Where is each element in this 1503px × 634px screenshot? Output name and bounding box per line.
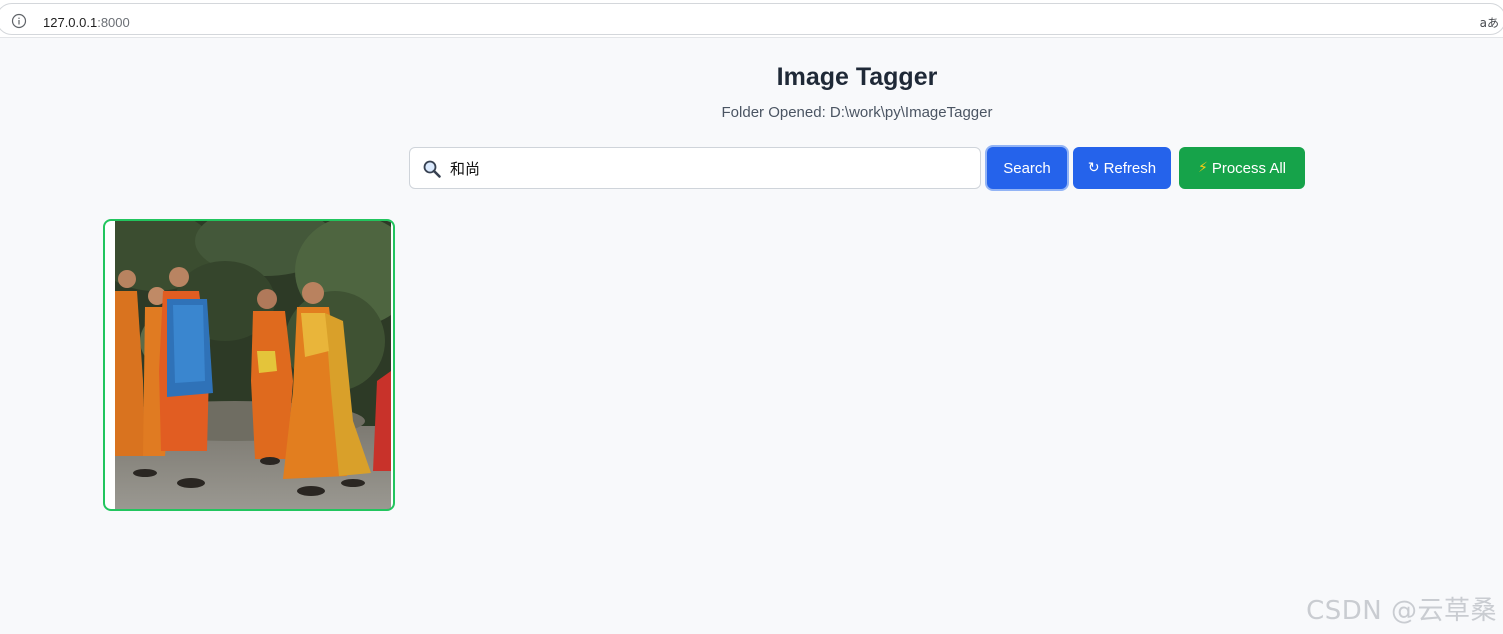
page-title: Image Tagger — [776, 63, 938, 91]
refresh-button-label: Refresh — [1103, 159, 1157, 177]
refresh-button[interactable]: ↻ Refresh — [1073, 147, 1171, 189]
process-all-button[interactable]: ⚡ Process All — [1179, 147, 1305, 189]
url-text[interactable]: 127.0.0.1:8000 — [43, 15, 130, 30]
reader-mode-icon[interactable]: aあ — [1480, 14, 1499, 31]
refresh-icon: ↻ — [1087, 160, 1100, 176]
browser-toolbar: 127.0.0.1:8000 aあ — [0, 0, 1503, 38]
search-input[interactable] — [450, 149, 970, 187]
search-box[interactable] — [409, 147, 981, 189]
magnifier-icon — [423, 160, 441, 178]
url-port: :8000 — [97, 15, 130, 30]
lightning-icon: ⚡ — [1197, 160, 1208, 176]
folder-path: Folder Opened: D:\work\py\ImageTagger — [721, 104, 993, 121]
address-bar[interactable]: 127.0.0.1:8000 aあ — [0, 3, 1503, 35]
image-card[interactable] — [103, 219, 395, 511]
watermark: CSDN @云草桑 — [1306, 596, 1497, 626]
process-all-button-label: Process All — [1211, 159, 1287, 177]
search-button-label: Search — [1003, 159, 1051, 177]
url-host: 127.0.0.1 — [43, 15, 98, 30]
info-icon[interactable] — [11, 13, 27, 29]
search-button[interactable]: Search — [987, 147, 1067, 189]
image-thumbnail[interactable] — [115, 221, 391, 509]
